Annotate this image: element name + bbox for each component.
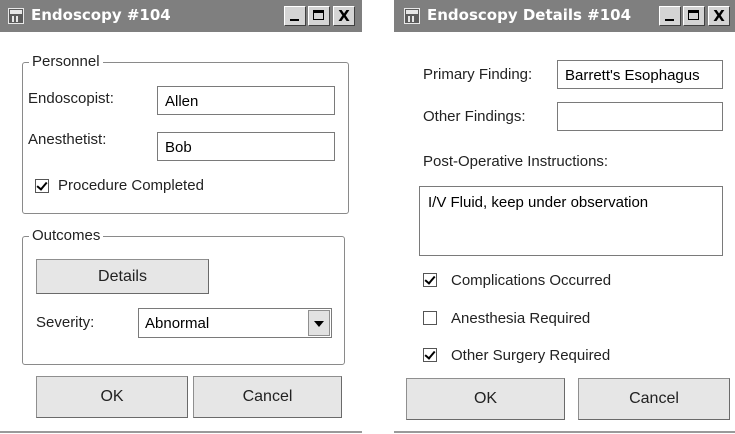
window-bottom-border	[394, 431, 735, 433]
maximize-button[interactable]	[683, 6, 705, 26]
complications-checkbox[interactable]	[423, 273, 437, 287]
ok-button[interactable]: OK	[406, 378, 565, 420]
outcomes-group: Outcomes	[22, 227, 345, 365]
primary-finding-label: Primary Finding:	[423, 66, 533, 83]
title-bar[interactable]: Endoscopy Details #104 X	[394, 0, 735, 32]
close-button[interactable]: X	[708, 6, 730, 26]
cancel-button[interactable]: Cancel	[578, 378, 730, 420]
severity-select[interactable]: Abnormal	[138, 308, 332, 338]
anesthetist-label: Anesthetist:	[28, 131, 107, 148]
primary-finding-field[interactable]: Barrett's Esophagus	[557, 60, 723, 89]
post-op-instructions-field[interactable]: I/V Fluid, keep under observation	[419, 186, 723, 256]
endoscopy-window: Endoscopy #104 X Personnel Endoscopist: …	[0, 0, 362, 434]
anesthesia-label: Anesthesia Required	[451, 310, 591, 327]
minimize-button[interactable]	[659, 6, 681, 26]
app-icon	[404, 8, 420, 24]
procedure-completed-checkbox[interactable]	[35, 179, 49, 193]
window-title: Endoscopy #104	[31, 6, 171, 24]
endoscopist-label: Endoscopist:	[28, 90, 114, 107]
other-surgery-checkbox[interactable]	[423, 348, 437, 362]
endoscopy-details-window: Endoscopy Details #104 X Primary Finding…	[394, 0, 735, 434]
app-icon	[8, 8, 24, 24]
severity-label: Severity:	[36, 314, 95, 331]
complications-label: Complications Occurred	[451, 272, 612, 289]
cancel-button[interactable]: Cancel	[193, 376, 342, 418]
personnel-legend: Personnel	[29, 53, 103, 71]
endoscopist-field[interactable]: Allen	[157, 86, 335, 115]
window-bottom-border	[0, 431, 362, 433]
outcomes-legend: Outcomes	[29, 227, 104, 245]
procedure-completed-label: Procedure Completed	[58, 177, 204, 194]
title-bar[interactable]: Endoscopy #104 X	[0, 0, 362, 32]
minimize-button[interactable]	[284, 6, 306, 26]
details-button[interactable]: Details	[36, 259, 209, 294]
other-surgery-label: Other Surgery Required	[451, 347, 611, 364]
severity-value: Abnormal	[145, 315, 210, 332]
other-findings-label: Other Findings:	[423, 108, 526, 125]
anesthesia-checkbox[interactable]	[423, 311, 437, 325]
ok-button[interactable]: OK	[36, 376, 188, 418]
maximize-button[interactable]	[308, 6, 330, 26]
anesthetist-field[interactable]: Bob	[157, 132, 335, 161]
other-findings-field[interactable]	[557, 102, 723, 131]
post-op-label: Post-Operative Instructions:	[423, 153, 609, 170]
close-button[interactable]: X	[333, 6, 355, 26]
chevron-down-icon[interactable]	[308, 310, 330, 336]
window-title: Endoscopy Details #104	[427, 6, 632, 24]
